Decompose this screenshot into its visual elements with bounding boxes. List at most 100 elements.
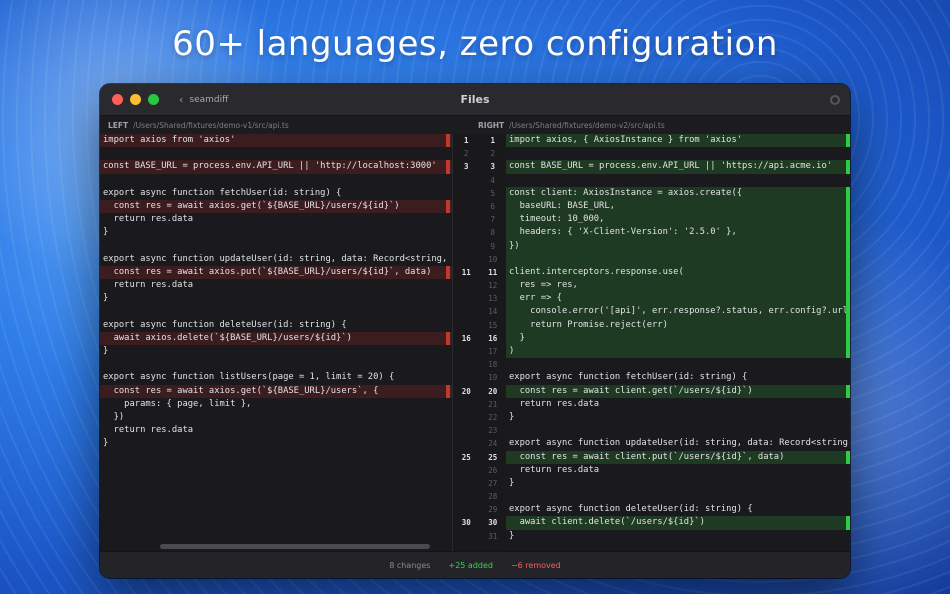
- gutter-row: 19: [453, 371, 506, 384]
- code-line: const client: AxiosInstance = axios.crea…: [506, 186, 850, 200]
- right-line-number: 6: [490, 201, 495, 211]
- gutter-row: 18: [453, 358, 506, 371]
- left-code-pane[interactable]: import axios from 'axios' const BASE_URL …: [100, 134, 452, 551]
- right-line-number: 9: [490, 241, 495, 251]
- left-line-number: [453, 226, 480, 239]
- removed-count: −6 removed: [510, 560, 561, 570]
- right-line-number: 20: [488, 386, 498, 396]
- code-line: export async function listUsers(page = 1…: [103, 372, 395, 383]
- code-line: export async function fetchUser(id: stri…: [103, 187, 342, 198]
- gutter-row: 16 16: [453, 332, 506, 345]
- code-line: const res = await axios.get(`${BASE_URL}…: [100, 199, 452, 214]
- minimize-window-button[interactable]: [130, 94, 141, 105]
- left-line-number: [453, 292, 480, 305]
- left-line-number: [453, 213, 480, 226]
- back-navigation[interactable]: ‹ seamdiff: [179, 93, 228, 106]
- app-name-label: seamdiff: [189, 94, 229, 105]
- title-bar: ‹ seamdiff Files: [100, 84, 850, 116]
- right-line-number: 14: [488, 307, 498, 317]
- gutter-row: 23: [453, 424, 506, 437]
- right-line-number: 11: [488, 267, 498, 277]
- code-line: }: [509, 477, 515, 488]
- left-line-number: [453, 477, 480, 490]
- right-line-number: 25: [488, 452, 498, 462]
- gutter-row: 14: [453, 305, 506, 318]
- left-line-number: 1: [463, 136, 469, 145]
- gutter-row: 12: [453, 279, 506, 292]
- right-line-number: 21: [488, 399, 498, 409]
- code-line: const BASE_URL = process.env.API_URL || …: [100, 160, 452, 174]
- gutter-row: 20 20: [453, 385, 506, 398]
- left-line-number: [453, 503, 480, 516]
- code-line: client.interceptors.response.use(: [506, 265, 850, 280]
- code-line: const res = await axios.get(`${BASE_URL}…: [100, 384, 452, 398]
- code-line: res => res,: [506, 279, 850, 293]
- right-line-number: 13: [488, 294, 498, 304]
- code-line: const res = await client.put(`/users/${i…: [506, 450, 850, 464]
- gutter-row: 22: [453, 411, 506, 424]
- app-window: ‹ seamdiff Files LEFT /Users/Shared/fixt…: [100, 84, 850, 578]
- code-line: return res.data: [103, 214, 194, 225]
- right-line-number: 26: [488, 465, 498, 475]
- left-line-number: [453, 345, 480, 358]
- right-line-number: 29: [488, 505, 498, 515]
- left-line-number: [453, 437, 480, 450]
- left-line-number: [453, 411, 480, 424]
- path-bar: LEFT /Users/Shared/fixtures/demo-v1/src/…: [100, 116, 850, 134]
- left-line-number: [453, 200, 480, 213]
- code-line: baseURL: BASE_URL,: [506, 199, 850, 214]
- right-code-pane[interactable]: import axios, { AxiosInstance } from 'ax…: [506, 134, 850, 551]
- right-line-number: 2: [490, 149, 495, 159]
- left-line-number: [453, 464, 480, 477]
- gutter-row: 9: [453, 240, 506, 253]
- code-line: err => {: [506, 292, 850, 306]
- code-line: const res = await axios.put(`${BASE_URL}…: [100, 265, 452, 280]
- gutter-row: 24: [453, 437, 506, 450]
- right-line-number: 24: [488, 439, 498, 449]
- left-line-number: 30: [461, 518, 471, 528]
- left-line-number: 20: [461, 386, 471, 396]
- left-line-number: [453, 319, 480, 332]
- left-line-number: [453, 398, 480, 411]
- maximize-window-button[interactable]: [148, 94, 159, 105]
- code-line: return res.data: [509, 398, 600, 409]
- left-file-path: /Users/Shared/fixtures/demo-v1/src/api.t…: [133, 120, 289, 130]
- right-line-number: 16: [488, 333, 498, 343]
- right-line-number: 17: [488, 347, 498, 356]
- gutter-row: 11 11: [453, 266, 506, 279]
- code-line: headers: { 'X-Client-Version': '2.5.0' }…: [506, 226, 850, 240]
- left-line-number: [453, 371, 480, 384]
- left-line-number: [453, 358, 480, 371]
- right-line-number: 8: [490, 228, 495, 238]
- code-line: }): [103, 411, 125, 422]
- code-line: export async function deleteUser(id: str…: [103, 319, 347, 330]
- code-line: ): [506, 345, 850, 359]
- gutter-row: 4: [453, 174, 506, 187]
- right-line-number: 4: [490, 175, 495, 185]
- right-line-number: 15: [488, 320, 498, 330]
- code-line: return res.data: [509, 464, 600, 475]
- code-line: const BASE_URL = process.env.API_URL || …: [506, 160, 850, 174]
- left-line-number: [453, 240, 480, 253]
- right-line-number: 30: [488, 518, 498, 528]
- close-window-button[interactable]: [112, 94, 123, 105]
- gutter-row: 30 30: [453, 516, 506, 529]
- code-line: [506, 252, 850, 266]
- settings-icon[interactable]: [830, 95, 840, 105]
- gutter-row: 10: [453, 253, 506, 266]
- right-line-number: 31: [488, 531, 498, 541]
- horizontal-scrollbar[interactable]: [160, 544, 430, 549]
- right-line-number: 27: [488, 478, 498, 488]
- code-line: params: { page, limit },: [103, 398, 252, 409]
- right-line-number: 3: [490, 162, 495, 172]
- code-line: }: [103, 346, 109, 356]
- code-line: export async function updateUser(id: str…: [509, 438, 848, 449]
- left-tag: LEFT: [108, 120, 129, 130]
